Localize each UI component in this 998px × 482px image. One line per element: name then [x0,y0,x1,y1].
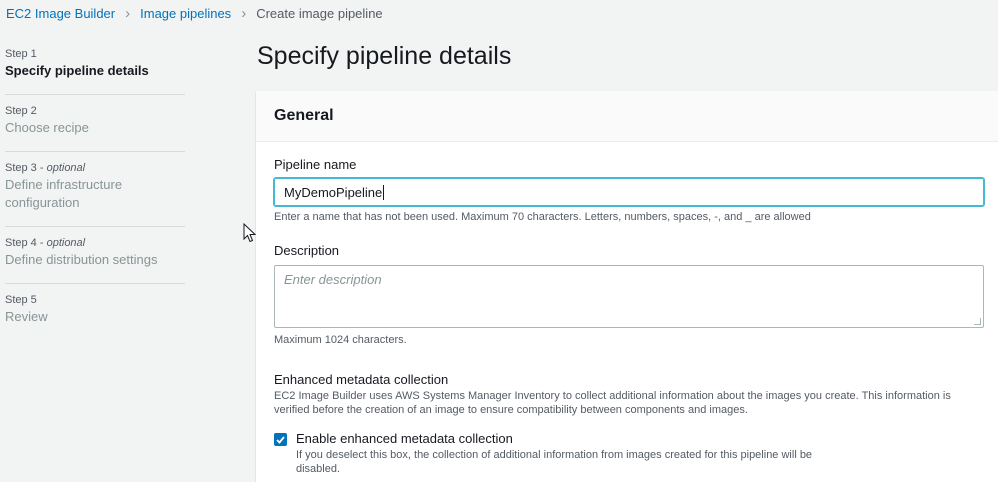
metadata-section-title: Enhanced metadata collection [274,372,449,387]
enable-metadata-checkbox[interactable] [274,433,287,446]
panel-header: General [256,91,998,142]
description-hint: Maximum 1024 characters. [274,334,407,346]
enable-metadata-label: Enable enhanced metadata collection [296,431,513,446]
step-title: Specify pipeline details [5,63,149,78]
pipeline-name-hint: Enter a name that has not been used. Max… [274,211,811,223]
step-number: Step 4 - optional [5,235,185,251]
text-caret [383,184,385,200]
step-number: Step 1 [5,46,185,62]
step-title: Define distribution settings [5,252,158,267]
page-title: Specify pipeline details [257,42,512,70]
step-title: Choose recipe [5,120,89,135]
optional-tag: optional [46,237,86,249]
checkmark-icon [276,435,285,444]
metadata-checkbox-row[interactable]: Enable enhanced metadata collection If y… [274,431,984,476]
step-number: Step 5 [5,292,185,308]
description-placeholder: Enter description [284,272,382,287]
pipeline-name-value: MyDemoPipeline [284,184,383,200]
step-number-text: Step 3 - [5,162,47,174]
step-2: Step 2 Choose recipe [5,95,185,152]
step-3: Step 3 - optional Define infrastructure … [5,152,185,227]
pipeline-name-input[interactable]: MyDemoPipeline [274,178,984,206]
chevron-right-icon: › [241,4,247,22]
step-number-text: Step 5 [5,294,37,306]
step-title: Review [5,309,48,324]
step-number-text: Step 1 [5,48,37,60]
resize-handle-icon[interactable] [974,318,981,325]
enable-metadata-description: If you deselect this box, the collection… [296,449,813,475]
description-textarea[interactable]: Enter description [274,265,984,328]
step-number-text: Step 2 [5,105,37,117]
panel-body: Pipeline name MyDemoPipeline Enter a nam… [256,142,998,476]
chevron-right-icon: › [125,4,131,22]
breadcrumb-current: Create image pipeline [256,5,383,21]
breadcrumb: EC2 Image Builder › Image pipelines › Cr… [6,0,383,26]
step-title: Define infrastructure configuration [5,177,123,210]
step-number: Step 3 - optional [5,160,185,176]
step-1: Step 1 Specify pipeline details [5,38,185,95]
metadata-section-description: EC2 Image Builder uses AWS Systems Manag… [274,390,951,416]
general-panel: General Pipeline name MyDemoPipeline Ent… [256,91,998,482]
optional-tag: optional [46,162,86,174]
step-5: Step 5 Review [5,284,185,340]
description-label: Description [274,243,340,258]
pipeline-name-label: Pipeline name [274,157,357,172]
step-number-text: Step 4 - [5,237,47,249]
step-4: Step 4 - optional Define distribution se… [5,227,185,284]
breadcrumb-ec2-image-builder[interactable]: EC2 Image Builder [6,6,115,21]
mouse-pointer-icon [243,223,257,243]
breadcrumb-image-pipelines[interactable]: Image pipelines [140,6,231,21]
wizard-steps: Step 1 Specify pipeline details Step 2 C… [5,38,185,340]
panel-title: General [274,107,334,124]
step-number: Step 2 [5,103,185,119]
